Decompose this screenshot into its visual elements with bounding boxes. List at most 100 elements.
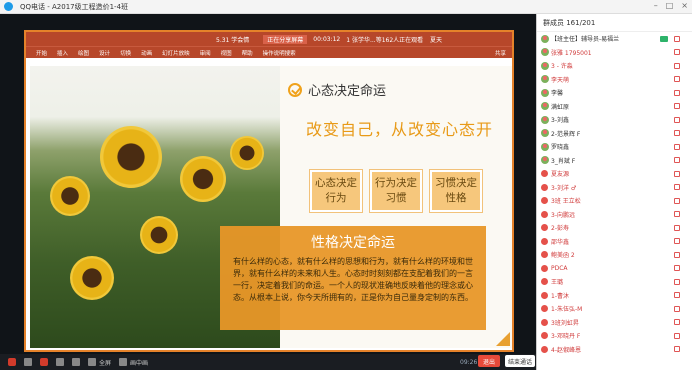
member-name: 3 - 许淼: [551, 63, 573, 71]
corner-decoration: [496, 332, 510, 346]
member-row[interactable]: 3班 王立松: [537, 194, 692, 208]
member-row[interactable]: 满虹原: [537, 100, 692, 114]
member-name: PDCA: [551, 264, 568, 272]
avatar: [541, 264, 548, 272]
member-row[interactable]: 3_肖斌 F: [537, 154, 692, 168]
sunflower-shape: [230, 136, 264, 170]
muted-mic-icon: [674, 265, 680, 272]
muted-mic-icon: [674, 116, 680, 123]
member-name: 3-刘鑫: [551, 117, 569, 125]
muted-mic-icon: [674, 197, 680, 204]
muted-mic-icon: [674, 319, 680, 326]
shared-screen-area: 5.31 学会情 正在分享屏幕 00:03:12 1 张学华...等162人正在…: [0, 14, 536, 354]
member-row[interactable]: 夏友源: [537, 167, 692, 181]
member-row[interactable]: 3-刘洋 ♂: [537, 181, 692, 195]
qq-logo-icon: [4, 2, 13, 11]
ribbon-tab[interactable]: 设计: [99, 49, 110, 57]
summary-panel: 性格决定命运 有什么样的心态，就有什么样的思想和行为，就有什么样的环境和世界，就…: [220, 226, 486, 330]
member-row[interactable]: 3班刘虹昇: [537, 316, 692, 330]
member-name: 3_肖斌 F: [551, 157, 576, 165]
speaker-icon[interactable]: [24, 358, 32, 366]
ribbon-tab[interactable]: 动画: [141, 49, 152, 57]
avatar: [541, 345, 548, 353]
member-row[interactable]: 2-彭寿: [537, 221, 692, 235]
member-name: 3-刘洋 ♂: [551, 184, 577, 192]
ribbon-tab[interactable]: 插入: [57, 49, 68, 57]
pip-label[interactable]: 画中画: [130, 358, 148, 367]
avatar: [541, 115, 549, 124]
ribbon-tab[interactable]: 帮助: [242, 49, 253, 57]
pip-icon[interactable]: [119, 358, 128, 366]
viewer-count: 1 张学华...等162人正在观看: [346, 36, 424, 44]
camera-icon[interactable]: [40, 358, 48, 366]
concept-box: 心态决定行为: [310, 170, 362, 212]
member-row[interactable]: 3-向鹏远: [537, 208, 692, 222]
maximize-icon[interactable]: □: [666, 1, 674, 10]
member-name: 1-曹沐: [551, 292, 569, 300]
close-icon[interactable]: ×: [681, 1, 688, 10]
muted-mic-icon: [674, 238, 680, 245]
muted-mic-icon: [674, 251, 680, 258]
window-titlebar: QQ电话 - A2017级工程造价1-4班 – □ ×: [0, 0, 692, 14]
member-name: 1-朱伍弘-M: [551, 306, 583, 314]
member-row[interactable]: 鲍美函 2: [537, 248, 692, 262]
share-button[interactable]: 共享: [495, 49, 506, 57]
screen-share-icon[interactable]: [56, 358, 64, 366]
more-icon[interactable]: [72, 358, 80, 366]
exit-button[interactable]: 退出: [478, 355, 500, 367]
window-controls: – □ ×: [654, 1, 688, 10]
member-row[interactable]: 3-刘鑫: [537, 113, 692, 127]
member-row[interactable]: 4-赵俶峰恩: [537, 343, 692, 357]
muted-mic-icon: [674, 89, 680, 96]
avatar: [541, 197, 548, 205]
member-row[interactable]: 1-曹沐: [537, 289, 692, 303]
avatar: [541, 183, 548, 191]
fullscreen-label[interactable]: 全屏: [99, 358, 111, 367]
ppt-doc-title: 5.31 学会情: [216, 36, 250, 44]
member-row[interactable]: 李馨: [537, 86, 692, 100]
ribbon-tab[interactable]: 幻灯片放映: [162, 49, 190, 57]
minimize-icon[interactable]: –: [654, 1, 658, 10]
member-row[interactable]: 3-邓晓丹 F: [537, 329, 692, 343]
member-row[interactable]: 1-朱伍弘-M: [537, 302, 692, 316]
powerpoint-window: 5.31 学会情 正在分享屏幕 00:03:12 1 张学华...等162人正在…: [24, 30, 514, 352]
member-name: 张雅 1795001: [551, 49, 592, 57]
end-call-button[interactable]: 结束通话: [505, 355, 535, 367]
ribbon-tab[interactable]: 绘图: [78, 49, 89, 57]
muted-mic-icon: [674, 35, 680, 42]
call-time: 09:26: [460, 358, 478, 366]
muted-mic-icon: [674, 103, 680, 110]
member-name: 夏友源: [551, 171, 570, 179]
microphone-icon[interactable]: [8, 358, 16, 366]
member-row[interactable]: 张雅 1795001: [537, 46, 692, 60]
slide-heading-text: 心态决定命运: [308, 84, 387, 99]
ribbon-search[interactable]: 操作说明搜索: [263, 49, 296, 57]
avatar: [541, 102, 549, 111]
member-name: 3班 王立松: [551, 198, 581, 206]
member-name: 2-范景辉 F: [551, 130, 581, 138]
member-name: 3-向鹏远: [551, 211, 575, 219]
member-name: 李馨: [551, 90, 564, 98]
ppt-user[interactable]: 夏天: [430, 35, 442, 44]
avatar: [541, 251, 548, 259]
member-row[interactable]: 2-范景辉 F: [537, 127, 692, 141]
member-name: 2-彭寿: [551, 225, 569, 233]
member-row[interactable]: 王璐: [537, 275, 692, 289]
sunflower-shape: [180, 156, 226, 202]
fullscreen-icon[interactable]: [88, 358, 96, 366]
ribbon-tab[interactable]: 审阅: [200, 49, 211, 57]
muted-mic-icon: [674, 292, 680, 299]
member-row[interactable]: PDCA: [537, 262, 692, 276]
member-row[interactable]: 邵华鑫: [537, 235, 692, 249]
member-row[interactable]: 李天萌: [537, 73, 692, 87]
window-title: QQ电话 - A2017级工程造价1-4班: [20, 2, 129, 11]
ribbon-tab[interactable]: 视图: [221, 49, 232, 57]
member-row[interactable]: 3 - 许淼: [537, 59, 692, 73]
member-name: 王璐: [551, 279, 564, 287]
ribbon-tab[interactable]: 切换: [120, 49, 131, 57]
avatar: [541, 332, 548, 340]
member-row[interactable]: 【班主任】辅导员-易福兰: [537, 32, 692, 46]
ribbon-tab[interactable]: 开始: [36, 49, 47, 57]
member-row[interactable]: 罗晓鑫: [537, 140, 692, 154]
sunflower-shape: [140, 216, 178, 254]
